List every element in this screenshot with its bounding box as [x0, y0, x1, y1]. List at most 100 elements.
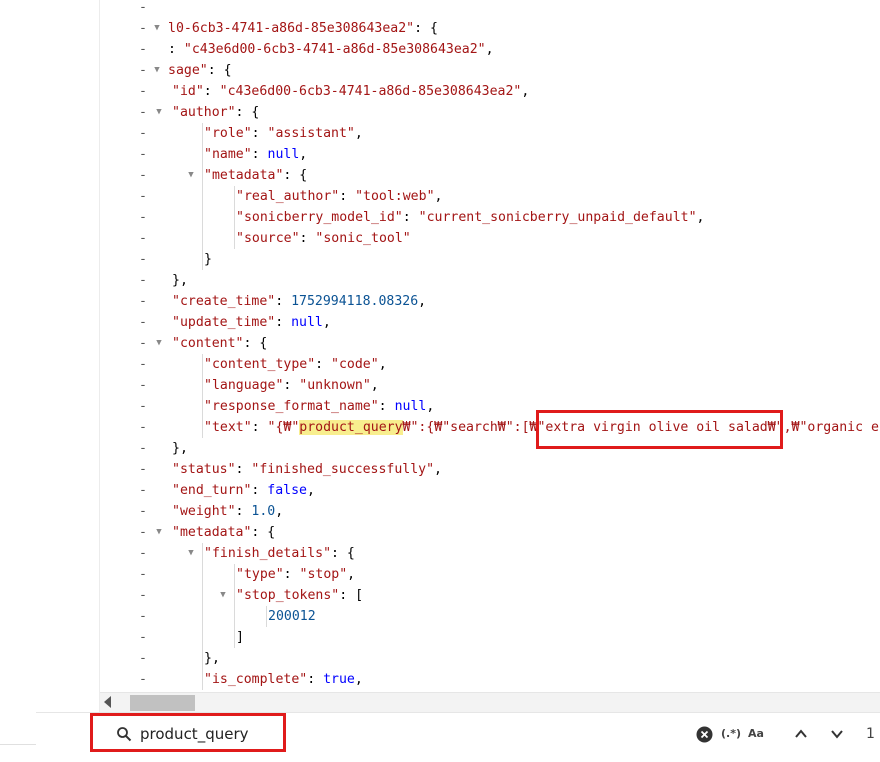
code-text: "content": {: [172, 333, 267, 354]
code-token: "{₩": [267, 420, 300, 435]
code-token: :: [307, 672, 324, 687]
diff-marker: -: [139, 315, 147, 330]
fold-chevron-icon[interactable]: ▼: [186, 165, 196, 186]
diff-marker: -: [139, 189, 147, 204]
diff-marker: -: [139, 63, 147, 78]
code-token: ,: [275, 504, 284, 519]
code-token: "unknown": [299, 378, 371, 393]
code-token: :: [235, 462, 252, 477]
code-token: "metadata": [204, 168, 284, 183]
horizontal-scrollbar[interactable]: [100, 692, 880, 713]
code-token: ,: [354, 126, 363, 141]
code-token: :: [315, 357, 332, 372]
code-line: - "real_author": "tool:web",: [100, 186, 880, 207]
code-token: :: [275, 315, 292, 330]
code-text: "name": null,: [204, 144, 307, 165]
code-token: :: [283, 567, 300, 582]
scroll-left-icon[interactable]: [104, 696, 111, 708]
diff-marker: -: [139, 399, 147, 414]
fold-chevron-icon[interactable]: ▼: [186, 543, 196, 564]
code-line: - ▼ "content": {: [100, 333, 880, 354]
diff-marker: -: [139, 567, 147, 582]
diff-marker: -: [139, 672, 147, 687]
code-token: "assistant": [267, 126, 355, 141]
code-token: "c43e6d00-6cb3-4741-a86d-85e308643ea2": [183, 42, 486, 57]
fold-chevron-icon[interactable]: ▼: [152, 18, 162, 39]
code-token: :: [378, 399, 395, 414]
code-line: - "is_complete": true,: [100, 669, 880, 690]
code-token: "end_turn": [172, 483, 252, 498]
code-token: 1752994118.08326: [291, 294, 419, 309]
code-token: :: [251, 483, 268, 498]
code-line: - 200012: [100, 606, 880, 627]
diff-marker: -: [139, 609, 147, 624]
code-text: 200012: [268, 606, 316, 627]
annotation-box-text-value: [536, 410, 783, 449]
indent-guide: [234, 186, 235, 249]
code-text: l0-6cb3-4741-a86d-85e308643ea2": {: [168, 18, 438, 39]
code-token: :: [275, 294, 292, 309]
code-line: - ▼ "finish_details": {: [100, 543, 880, 564]
code-line: -},: [100, 648, 880, 669]
code-token: }: [204, 252, 212, 267]
code-token: "current_sonicberry_unpaid_default": [418, 210, 697, 225]
clear-icon[interactable]: [696, 726, 713, 743]
code-text: "create_time": 1752994118.08326,: [172, 291, 426, 312]
code-text: "content_type": "code",: [204, 354, 387, 375]
code-line: - "content_type": "code",: [100, 354, 880, 375]
code-token: ]: [236, 630, 244, 645]
code-token: 200012: [268, 609, 316, 624]
code-token: ,: [418, 294, 427, 309]
code-editor[interactable]: - - ▼ l0-6cb3-4741-a86d-85e308643ea2": {-: …: [100, 0, 880, 692]
code-line: - "update_time": null,: [100, 312, 880, 333]
diff-marker: -: [139, 231, 147, 246]
diff-marker: -: [139, 252, 147, 267]
fold-chevron-icon[interactable]: ▼: [154, 102, 164, 123]
code-token: :: [168, 42, 184, 57]
code-token: : {: [414, 21, 438, 36]
indent-guide: [202, 543, 203, 690]
code-line: - ▼ "author": {: [100, 102, 880, 123]
code-token: "stop_tokens": [236, 588, 340, 603]
code-token: : [: [339, 588, 364, 603]
code-line: - "create_time": 1752994118.08326,: [100, 291, 880, 312]
code-token: null: [291, 315, 323, 330]
code-token: :: [283, 378, 300, 393]
code-line: - ▼ "stop_tokens": [: [100, 585, 880, 606]
fold-chevron-icon[interactable]: ▼: [152, 60, 162, 81]
code-line: - "source": "sonic_tool": [100, 228, 880, 249]
code-token: "finish_details": [204, 546, 332, 561]
annotation-box-find-input: [90, 713, 286, 752]
diff-marker: -: [139, 84, 147, 99]
code-text: "author": {: [172, 102, 259, 123]
code-line: -]: [100, 627, 880, 648]
code-token: "text": [204, 420, 252, 435]
diff-marker: -: [139, 420, 147, 435]
code-token: :: [339, 189, 356, 204]
fold-chevron-icon[interactable]: ▼: [218, 585, 228, 606]
code-token: ,: [485, 42, 494, 57]
code-token: ,: [696, 210, 705, 225]
fold-chevron-icon[interactable]: ▼: [154, 522, 164, 543]
diff-marker: -: [139, 0, 147, 15]
code-token: },: [172, 441, 188, 456]
diff-marker: -: [139, 105, 147, 120]
regex-toggle-icon[interactable]: (.*): [721, 727, 741, 740]
code-token: :: [299, 231, 316, 246]
scrollbar-thumb[interactable]: [130, 695, 195, 711]
code-token: null: [394, 399, 427, 414]
code-token: "create_time": [172, 294, 276, 309]
code-token: : {: [243, 336, 268, 351]
code-line: - "role": "assistant",: [100, 123, 880, 144]
diff-marker: -: [139, 588, 147, 603]
match-case-icon[interactable]: Aa: [748, 727, 764, 740]
code-token: true: [323, 672, 355, 687]
chevron-down-icon[interactable]: [830, 728, 844, 740]
code-text: : "c43e6d00-6cb3-4741-a86d-85e308643ea2"…: [168, 39, 494, 60]
fold-chevron-icon[interactable]: ▼: [154, 333, 164, 354]
code-line: - "status": "finished_successfully",: [100, 459, 880, 480]
code-token: :: [251, 126, 268, 141]
chevron-up-icon[interactable]: [794, 728, 808, 740]
code-line: -}: [100, 249, 880, 270]
code-token: : {: [283, 168, 308, 183]
